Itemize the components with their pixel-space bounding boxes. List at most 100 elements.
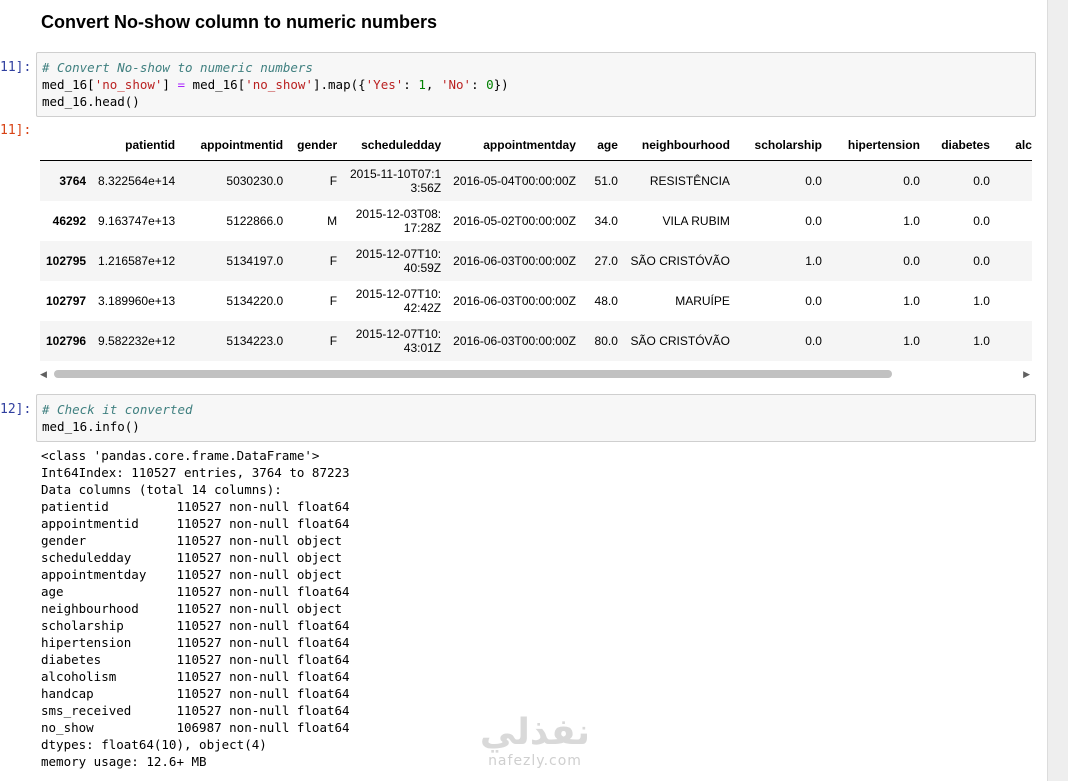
horizontal-scrollbar[interactable]: ◀ ▶ <box>40 368 1030 380</box>
table-cell: SÃO CRISTÓVÃO <box>630 333 730 348</box>
table-header-row: patientid appointmentid gender scheduledday… <box>40 130 1032 161</box>
code-string: 'Yes' <box>365 77 404 92</box>
right-gutter <box>1047 0 1068 781</box>
code-token: , <box>425 77 441 92</box>
code-comment: # Check it converted <box>42 402 193 417</box>
table-cell: 0.0 <box>996 161 1032 201</box>
table-cell: 1.0 <box>973 293 990 308</box>
table-row: 46292 9.163747e+13 5122866.0 M 2015-12-03T08… <box>40 201 1032 241</box>
table-row: 102796 9.582232e+12 5134223.0 F 2015-12-07T1… <box>40 320 1032 361</box>
code-string: 'no_show' <box>245 77 313 92</box>
info-output: <class 'pandas.core.frame.DataFrame'> In… <box>41 448 350 769</box>
table-cell: RESISTÊNCIA <box>649 173 730 188</box>
table-cell: 1.0 <box>903 333 920 348</box>
code-number: 0 <box>486 77 494 92</box>
row-index: 3764 <box>59 173 87 188</box>
table-cell: 2015-11-10T07:13:56Z <box>349 166 442 195</box>
table-cell: 2015-12-07T10:40:59Z <box>355 246 442 275</box>
table-cell: 0.0 <box>805 213 822 228</box>
table-cell: 0.0 <box>805 173 822 188</box>
table-cell: 1.0 <box>903 213 920 228</box>
column-header: neighbourhood <box>623 130 736 161</box>
column-header: alcoholism <box>995 130 1032 161</box>
code-cell-11[interactable]: # Convert No-show to numeric numbers med… <box>36 52 1036 117</box>
table-cell: 51.0 <box>594 173 618 188</box>
input-prompt-11: 11]: <box>0 60 32 75</box>
code-token: ] <box>162 77 178 92</box>
table-cell: 2016-05-02T00:00:00Z <box>453 213 576 228</box>
table-cell: 0.0 <box>973 173 990 188</box>
column-header: appointmentid <box>181 130 290 161</box>
column-header: patientid <box>92 130 182 161</box>
table-cell: MARUÍPE <box>675 293 730 308</box>
code-cell-12[interactable]: # Check it converted med_16.info() <box>36 394 1036 442</box>
table-cell: F <box>329 293 338 308</box>
table-cell: 5134223.0 <box>226 333 284 348</box>
table-row: 3764 8.322564e+14 5030230.0 F 2015-11-10T07:… <box>40 160 1032 201</box>
scroll-thumb[interactable] <box>54 370 892 378</box>
code-string: 'no_show' <box>94 77 163 92</box>
table-cell: 80.0 <box>594 333 618 348</box>
table-cell: 0.0 <box>805 333 822 348</box>
table-row: 102797 3.189960e+13 5134220.0 F 2015-12-07T1… <box>40 281 1032 321</box>
table-cell: 2016-06-03T00:00:00Z <box>453 253 576 268</box>
code-token: med_16[ <box>42 77 95 92</box>
code-number: 1 <box>418 77 426 92</box>
table-cell: 34.0 <box>594 213 618 228</box>
table-cell: 2015-12-03T08:17:28Z <box>355 206 442 235</box>
table-cell: 1.0 <box>903 293 920 308</box>
table-cell: 5134220.0 <box>226 293 284 308</box>
row-index: 102796 <box>46 333 87 348</box>
table-cell: 9.163747e+13 <box>98 213 176 228</box>
column-header: diabetes <box>925 130 996 161</box>
table-cell: 5134197.0 <box>226 253 284 268</box>
table-cell: 48.0 <box>594 293 618 308</box>
dataframe-table: patientid appointmentid gender scheduledday… <box>40 130 1032 361</box>
code-line: med_16.info() <box>42 419 140 434</box>
table-row: 102795 1.216587e+12 5134197.0 F 2015-12-07T1… <box>40 240 1032 281</box>
code-token: : <box>403 77 419 92</box>
code-line: # Check it converted <box>42 401 1030 418</box>
code-token: : <box>471 77 487 92</box>
index-header <box>40 130 93 161</box>
table-cell: 9.582232e+12 <box>98 333 176 348</box>
table-cell: 2016-06-03T00:00:00Z <box>453 293 576 308</box>
row-index: 102795 <box>46 253 87 268</box>
row-index: 46292 <box>52 213 87 228</box>
table-cell: 8.322564e+14 <box>98 173 176 188</box>
table-cell: 0.0 <box>996 241 1032 281</box>
scroll-left-arrow-icon[interactable]: ◀ <box>40 368 47 380</box>
table-cell: M <box>327 213 338 228</box>
table-cell: 5122866.0 <box>226 213 284 228</box>
code-token: ].map({ <box>312 77 366 92</box>
code-operator: = <box>177 77 186 92</box>
column-header: appointmentday <box>447 130 582 161</box>
code-line: med_16.head() <box>42 94 140 109</box>
table-cell: SÃO CRISTÓVÃO <box>630 253 730 268</box>
table-cell: 27.0 <box>594 253 618 268</box>
column-header: age <box>581 130 624 161</box>
code-comment: # Convert No-show to numeric numbers <box>42 60 313 75</box>
dataframe-output: patientid appointmentid gender scheduledday… <box>40 130 1032 362</box>
scroll-track[interactable] <box>54 370 1016 378</box>
table-cell: VILA RUBIM <box>662 213 730 228</box>
column-header: scheduledday <box>343 130 448 161</box>
table-cell: F <box>329 253 338 268</box>
table-cell: 2016-05-04T00:00:00Z <box>453 173 576 188</box>
table-cell: 2016-06-03T00:00:00Z <box>453 333 576 348</box>
scroll-right-arrow-icon[interactable]: ▶ <box>1023 368 1030 380</box>
table-cell: 1.0 <box>805 253 822 268</box>
watermark-logo: نفذلي <box>479 712 591 753</box>
table-cell: F <box>329 333 338 348</box>
input-prompt-12: 12]: <box>0 402 32 417</box>
watermark: نفذلي nafezly.com <box>470 712 600 770</box>
table-cell: 2015-12-07T10:43:01Z <box>355 326 442 355</box>
markdown-heading: Convert No-show column to numeric number… <box>41 12 438 32</box>
code-line: med_16['no_show'] = med_16['no_show'].ma… <box>42 76 1030 93</box>
table-cell: 0.0 <box>805 293 822 308</box>
output-prompt-11: 11]: <box>0 123 32 138</box>
column-header: hipertension <box>827 130 926 161</box>
table-cell: 0.0 <box>996 281 1032 321</box>
table-cell: 0.0 <box>996 201 1032 241</box>
code-token: med_16[ <box>185 77 246 92</box>
